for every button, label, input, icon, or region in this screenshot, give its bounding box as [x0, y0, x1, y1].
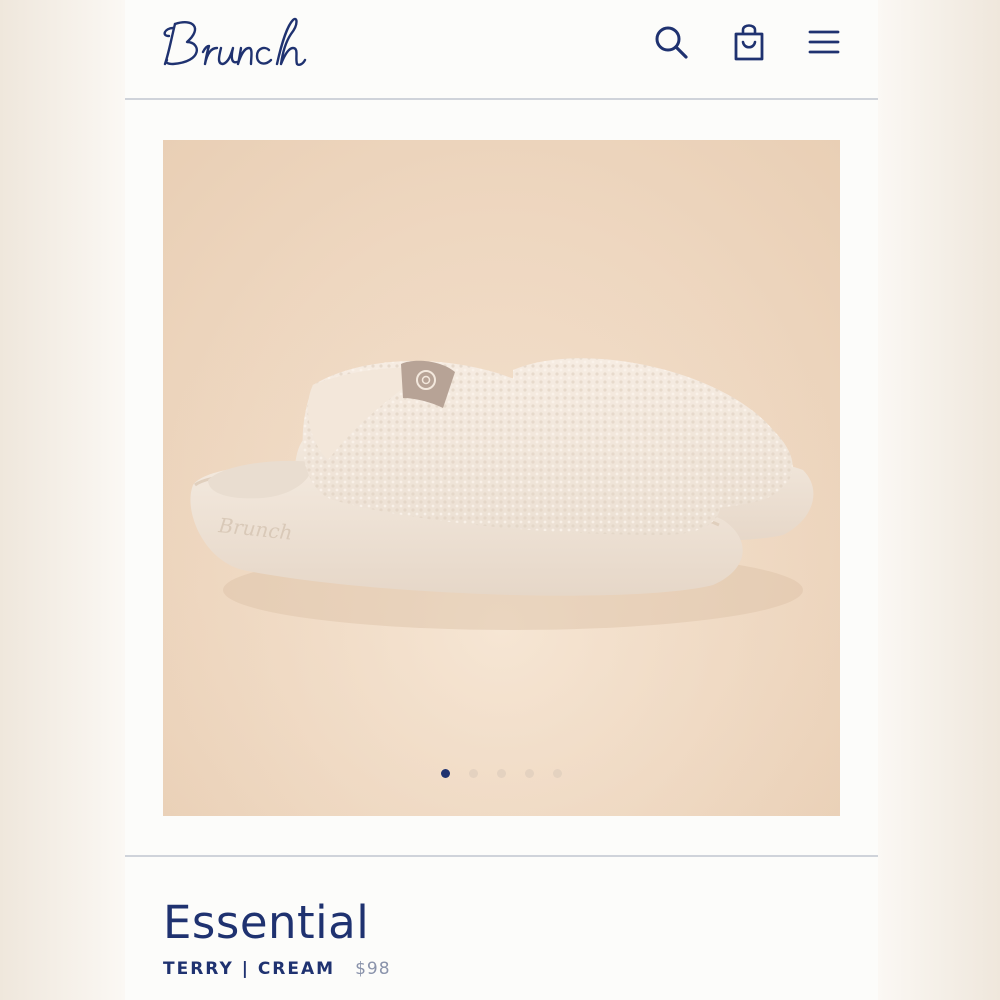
product-photo: Brunch [163, 140, 840, 816]
brand-logo[interactable] [153, 6, 313, 74]
shopping-bag-icon [734, 24, 764, 61]
product-meta: TERRY | CREAM $98 [163, 957, 391, 981]
backdrop-right [878, 0, 1000, 1000]
carousel-dot[interactable] [525, 768, 534, 778]
carousel-dot[interactable] [469, 768, 478, 778]
carousel-dot[interactable] [497, 768, 506, 778]
carousel-pagination [163, 767, 840, 779]
backdrop-left [0, 0, 125, 1000]
brunch-logo-icon [163, 17, 307, 66]
menu-button[interactable] [802, 20, 846, 64]
menu-icon [808, 30, 840, 54]
search-icon [655, 26, 688, 59]
product-price: $98 [355, 959, 391, 979]
search-button[interactable] [649, 20, 693, 64]
section-divider [125, 855, 878, 857]
mobile-page: Brunch Essential TERRY | CREAM $98 [125, 0, 878, 1000]
site-header [125, 0, 878, 100]
product-variant: TERRY | CREAM [163, 959, 336, 979]
cart-button[interactable] [727, 20, 771, 64]
product-title: Essential [163, 896, 370, 949]
carousel-dot[interactable] [553, 768, 562, 778]
carousel-dot[interactable] [441, 768, 450, 778]
product-image-carousel[interactable]: Brunch [163, 140, 840, 816]
